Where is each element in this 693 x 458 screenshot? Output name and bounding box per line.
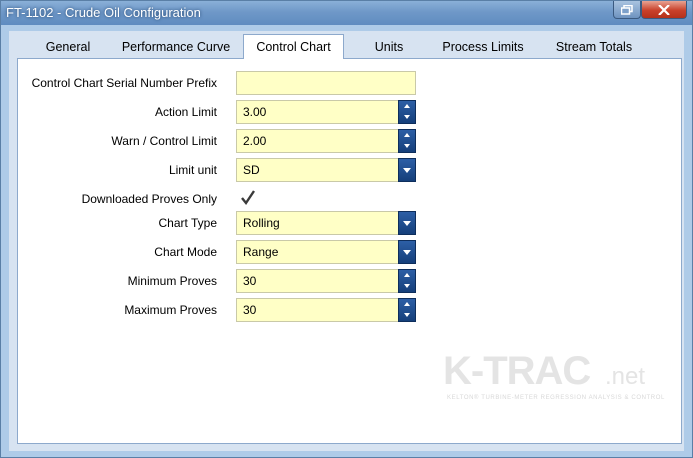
- action-limit-value: 3.00: [243, 105, 267, 119]
- limit-unit-value: SD: [243, 163, 260, 177]
- warn-limit-increment[interactable]: [399, 130, 415, 141]
- max-proves-label: Maximum Proves: [124, 303, 217, 317]
- action-limit-spinner: [398, 100, 416, 124]
- tab-bar: General Performance Curve Control Chart …: [9, 31, 684, 59]
- warn-limit-decrement[interactable]: [399, 141, 415, 152]
- downloaded-only-label: Downloaded Proves Only: [81, 192, 217, 206]
- tab-process-limits[interactable]: Process Limits: [433, 37, 533, 57]
- chart-type-dropdown-button[interactable]: [398, 211, 416, 235]
- logo-tagline: KELTON® TURBINE-METER REGRESSION ANALYSI…: [447, 395, 665, 401]
- dropdown-arrow-icon: [403, 168, 411, 173]
- logo-suffix-text: .net: [605, 363, 646, 390]
- max-proves-spinner: [398, 298, 416, 322]
- chart-type-value: Rolling: [243, 216, 280, 230]
- min-proves-spinner: [398, 269, 416, 293]
- spin-down-icon: [404, 313, 410, 317]
- spin-down-icon: [404, 115, 410, 119]
- window-title: FT-1102 - Crude Oil Configuration: [6, 5, 201, 20]
- logo-main-text: K-TRAC: [443, 349, 591, 393]
- warn-limit-label: Warn / Control Limit: [111, 134, 217, 148]
- restore-button[interactable]: [613, 1, 641, 19]
- action-limit-decrement[interactable]: [399, 112, 415, 123]
- dropdown-arrow-icon: [403, 221, 411, 226]
- tab-control-chart[interactable]: Control Chart: [243, 34, 344, 59]
- limit-unit-select[interactable]: SD: [236, 158, 416, 182]
- spin-up-icon: [404, 302, 410, 306]
- client-area: General Performance Curve Control Chart …: [9, 31, 684, 451]
- checkmark-icon: [241, 190, 255, 206]
- chart-mode-select[interactable]: Range: [236, 240, 416, 264]
- warn-limit-stepper[interactable]: 2.00: [236, 129, 416, 153]
- tab-general[interactable]: General: [29, 37, 107, 57]
- chart-mode-dropdown-button[interactable]: [398, 240, 416, 264]
- action-limit-increment[interactable]: [399, 101, 415, 112]
- dropdown-arrow-icon: [403, 250, 411, 255]
- warn-limit-value: 2.00: [243, 134, 267, 148]
- control-chart-panel: Control Chart Serial Number Prefix Actio…: [17, 58, 682, 444]
- close-icon: [658, 4, 670, 15]
- chart-type-select[interactable]: Rolling: [236, 211, 416, 235]
- ktrac-logo: K-TRAC .net KELTON® TURBINE-METER REGRES…: [443, 349, 665, 429]
- chart-mode-label: Chart Mode: [154, 245, 217, 259]
- tab-stream-totals[interactable]: Stream Totals: [544, 37, 644, 57]
- spin-down-icon: [404, 284, 410, 288]
- chart-mode-value: Range: [243, 245, 279, 259]
- max-proves-value: 30: [243, 303, 257, 317]
- min-proves-value: 30: [243, 274, 257, 288]
- chart-type-label: Chart Type: [158, 216, 217, 230]
- limit-unit-label: Limit unit: [168, 163, 217, 177]
- action-limit-stepper[interactable]: 3.00: [236, 100, 416, 124]
- serial-prefix-input[interactable]: [236, 71, 416, 95]
- min-proves-decrement[interactable]: [399, 281, 415, 292]
- max-proves-increment[interactable]: [399, 299, 415, 310]
- min-proves-label: Minimum Proves: [127, 274, 217, 288]
- spin-up-icon: [404, 104, 410, 108]
- min-proves-stepper[interactable]: 30: [236, 269, 416, 293]
- spin-up-icon: [404, 273, 410, 277]
- action-limit-label: Action Limit: [154, 105, 217, 119]
- close-button[interactable]: [641, 1, 687, 19]
- app-window: FT-1102 - Crude Oil Configuration Genera…: [0, 0, 693, 458]
- downloaded-only-checkbox[interactable]: [240, 190, 256, 206]
- warn-limit-spinner: [398, 129, 416, 153]
- limit-unit-dropdown-button[interactable]: [398, 158, 416, 182]
- serial-prefix-label: Control Chart Serial Number Prefix: [31, 76, 217, 90]
- min-proves-increment[interactable]: [399, 270, 415, 281]
- restore-icon: [621, 4, 633, 15]
- title-bar[interactable]: FT-1102 - Crude Oil Configuration: [1, 1, 692, 25]
- spin-up-icon: [404, 133, 410, 137]
- spin-down-icon: [404, 144, 410, 148]
- tab-units[interactable]: Units: [359, 37, 419, 57]
- tab-performance-curve[interactable]: Performance Curve: [117, 37, 235, 57]
- max-proves-stepper[interactable]: 30: [236, 298, 416, 322]
- max-proves-decrement[interactable]: [399, 310, 415, 321]
